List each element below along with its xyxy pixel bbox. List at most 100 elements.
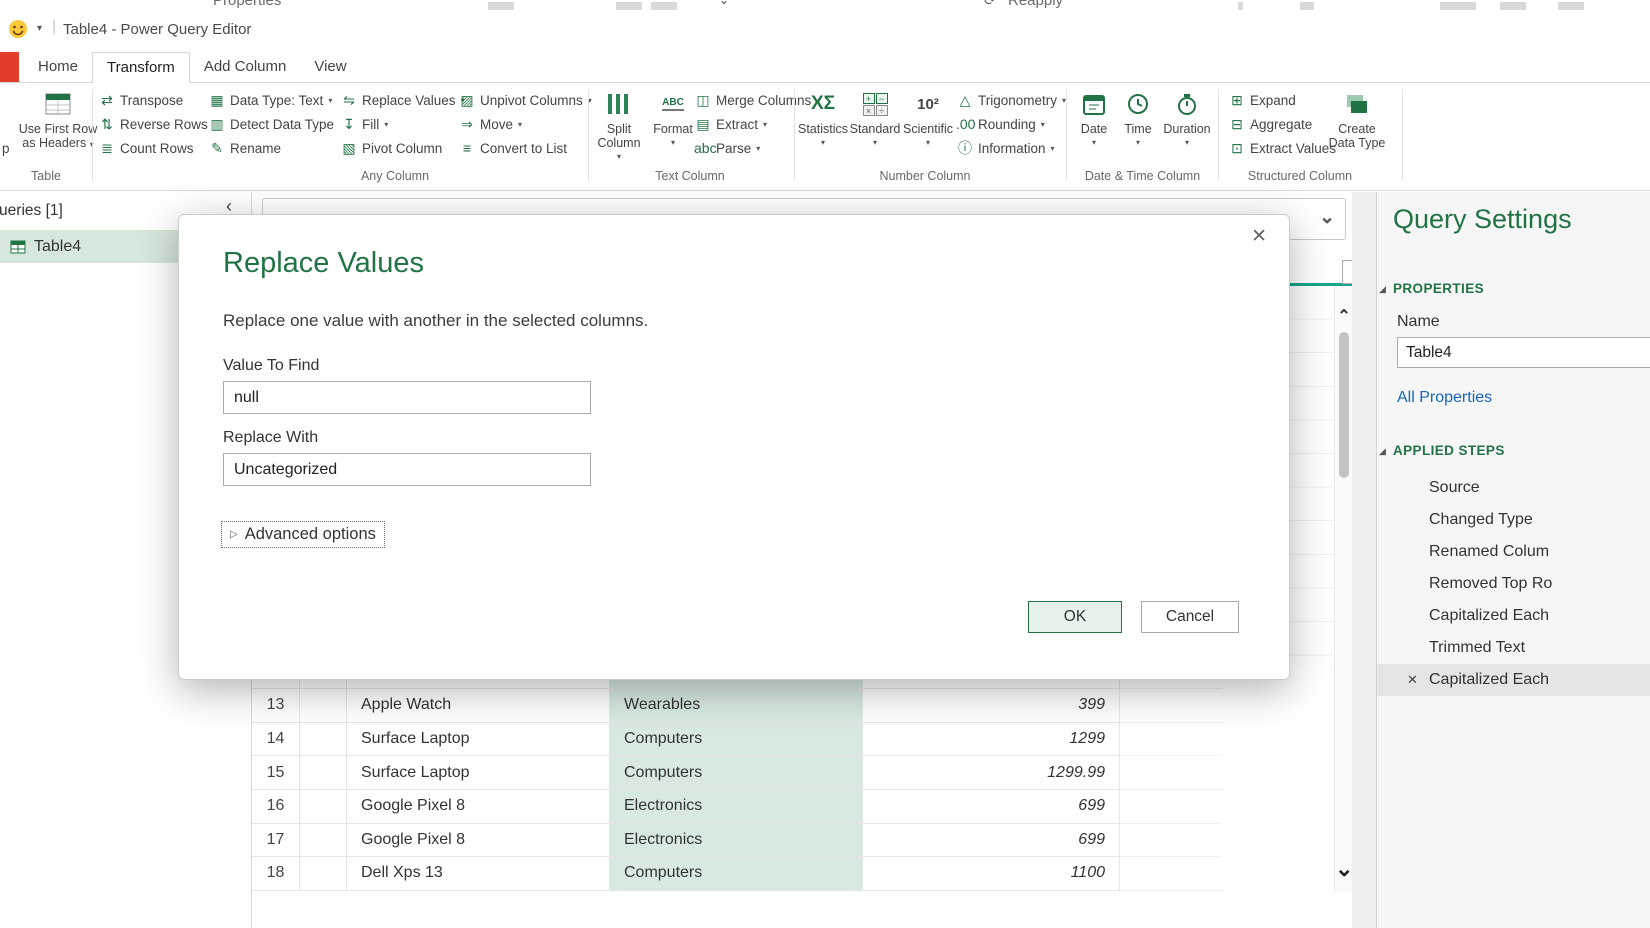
category-cell[interactable]: Computers [610, 857, 863, 891]
product-cell[interactable]: Google Pixel 8 [347, 790, 610, 824]
category-cell[interactable]: Electronics [610, 790, 863, 824]
ribbon-tab[interactable]: View [300, 52, 360, 83]
product-cell[interactable]: Apple Watch [347, 689, 610, 723]
scroll-up-icon[interactable]: ⌃ [1335, 306, 1353, 326]
file-tab-clipped[interactable] [0, 52, 19, 82]
clipped-icon [651, 2, 677, 10]
ribbon-button[interactable]: ⇄ Transpose [98, 88, 208, 112]
clipped-ribbon-button[interactable]: p [0, 88, 15, 162]
price-cell[interactable]: 1299 [863, 723, 1120, 757]
price-cell[interactable]: 399 [863, 689, 1120, 723]
applied-step[interactable]: Removed Top Ro [1377, 568, 1650, 600]
ribbon-button[interactable]: .00 Rounding ▾ [956, 112, 1066, 136]
delete-step-icon[interactable]: ✕ [1407, 672, 1418, 688]
create-data-type-button[interactable]: Create Data Type [1324, 88, 1390, 150]
button-label: Date [1081, 122, 1107, 136]
ribbon-button-icon: △ [956, 92, 974, 109]
category-cell[interactable]: Electronics [610, 824, 863, 858]
product-cell[interactable]: Surface Laptop [347, 723, 610, 757]
ribbon-button[interactable]: ▧ Pivot Column [340, 136, 465, 160]
category-cell[interactable]: Wearables [610, 689, 863, 723]
duration-button[interactable]: Duration ▾ [1160, 88, 1214, 150]
ribbon-tab[interactable]: Home [24, 52, 92, 83]
section-collapse-icon[interactable]: ◢ [1379, 446, 1386, 457]
ok-button[interactable]: OK [1028, 601, 1122, 633]
scrollbar-thumb[interactable] [1339, 332, 1349, 478]
applied-step[interactable]: Changed Type [1377, 504, 1650, 536]
applied-step[interactable]: ✕ Capitalized Each [1377, 664, 1650, 696]
category-cell[interactable]: Computers [610, 756, 863, 790]
ribbon-button[interactable]: ≣ Count Rows [98, 136, 208, 160]
scroll-down-icon[interactable]: ⌄ [1335, 856, 1353, 882]
ribbon-button[interactable]: ⇅ Reverse Rows [98, 112, 208, 136]
grid-filler-cell [1120, 790, 1222, 824]
ribbon-button[interactable]: ⇒ Move ▾ [458, 112, 592, 136]
ribbon-button[interactable]: ⊟ Aggregate [1228, 112, 1336, 136]
cancel-button[interactable]: Cancel [1141, 601, 1239, 633]
table-row[interactable]: 14 Surface Laptop Computers 1299 [252, 723, 1334, 757]
price-cell[interactable]: 1299.99 [863, 756, 1120, 790]
ribbon-button[interactable]: ⓘ Information ▾ [956, 136, 1066, 160]
applied-step-label: Trimmed Text [1429, 639, 1525, 657]
time-button[interactable]: Time ▾ [1118, 88, 1158, 150]
empty-cell[interactable] [300, 824, 347, 858]
product-cell[interactable]: Dell Xps 13 [347, 857, 610, 891]
table-row[interactable]: 13 Apple Watch Wearables 399 [252, 689, 1334, 723]
collapse-pane-icon[interactable]: ‹ [226, 197, 232, 215]
table-row[interactable]: 15 Surface Laptop Computers 1299.99 [252, 756, 1334, 790]
statistics-button[interactable]: ΧΣ Statistics ▾ [800, 88, 846, 150]
close-dialog-icon[interactable]: ✕ [1251, 225, 1267, 248]
applied-step[interactable]: Capitalized Each [1377, 600, 1650, 632]
empty-cell[interactable] [300, 689, 347, 723]
ribbon-button-label: Detect Data Type [230, 117, 334, 132]
ribbon-button[interactable]: △ Trigonometry ▾ [956, 88, 1066, 112]
advanced-options-toggle[interactable]: ▷ Advanced options [221, 521, 385, 548]
price-cell[interactable]: 699 [863, 824, 1120, 858]
group-separator [1066, 89, 1067, 181]
grid-vertical-scrollbar[interactable]: ⌃ ⌄ [1334, 286, 1352, 891]
table-row[interactable]: 17 Google Pixel 8 Electronics 699 [252, 824, 1334, 858]
ribbon-button[interactable]: ▥ Detect Data Type [208, 112, 334, 136]
ribbon-button[interactable]: ↧ Fill ▾ [340, 112, 465, 136]
replace-with-input[interactable] [223, 453, 591, 486]
empty-cell[interactable] [300, 790, 347, 824]
ribbon-tab[interactable]: Transform [92, 52, 190, 83]
ribbon-button-icon: .00 [956, 116, 974, 132]
empty-cell[interactable] [300, 756, 347, 790]
applied-step[interactable]: Renamed Colum [1377, 536, 1650, 568]
use-first-row-as-headers-button[interactable]: Use First Row as Headers ▾ [20, 88, 96, 152]
ribbon-button[interactable]: ▨ Unpivot Columns ▾ [458, 88, 592, 112]
table-row[interactable]: 18 Dell Xps 13 Computers 1100 [252, 857, 1334, 891]
value-to-find-input[interactable] [223, 381, 591, 414]
all-properties-link[interactable]: All Properties [1397, 389, 1492, 407]
format-button[interactable]: ABC Format ▾ [650, 88, 696, 150]
table-row[interactable]: 16 Google Pixel 8 Electronics 699 [252, 790, 1334, 824]
ribbon-button[interactable]: ⊡ Extract Values [1228, 136, 1336, 160]
ribbon-button[interactable]: ▦ Data Type: Text ▾ [208, 88, 334, 112]
ribbon-button[interactable]: ≡ Convert to List [458, 136, 592, 160]
ribbon-button[interactable]: ⊞ Expand [1228, 88, 1336, 112]
expand-advanced-icon: ▷ [230, 529, 238, 540]
name-input[interactable] [1397, 337, 1650, 368]
grid-rows: 12 Apple Watch Wearables 399 13 Apple Wa… [252, 656, 1334, 891]
feedback-smiley-icon[interactable] [8, 19, 28, 39]
ribbon-button[interactable]: ⇋ Replace Values ▾ [340, 88, 465, 112]
empty-cell[interactable] [300, 857, 347, 891]
applied-step[interactable]: Trimmed Text [1377, 632, 1650, 664]
section-collapse-icon[interactable]: ◢ [1379, 284, 1386, 295]
standard-button[interactable]: +−×÷ Standard ▾ [850, 88, 900, 150]
formula-bar-expand-icon[interactable]: ⌄ [1319, 206, 1335, 229]
date-button[interactable]: Date ▾ [1072, 88, 1116, 150]
ribbon-tab[interactable]: Add Column [190, 52, 301, 83]
empty-cell[interactable] [300, 723, 347, 757]
price-cell[interactable]: 699 [863, 790, 1120, 824]
product-cell[interactable]: Surface Laptop [347, 756, 610, 790]
ribbon-button[interactable]: ✎ Rename [208, 136, 334, 160]
product-cell[interactable]: Google Pixel 8 [347, 824, 610, 858]
quick-access-dropdown-icon[interactable]: ▾ [37, 23, 42, 34]
scientific-button[interactable]: 10² Scientific ▾ [902, 88, 954, 150]
price-cell[interactable]: 1100 [863, 857, 1120, 891]
category-cell[interactable]: Computers [610, 723, 863, 757]
applied-step[interactable]: Source [1377, 472, 1650, 504]
split-column-button[interactable]: Split Column ▾ [594, 88, 644, 164]
